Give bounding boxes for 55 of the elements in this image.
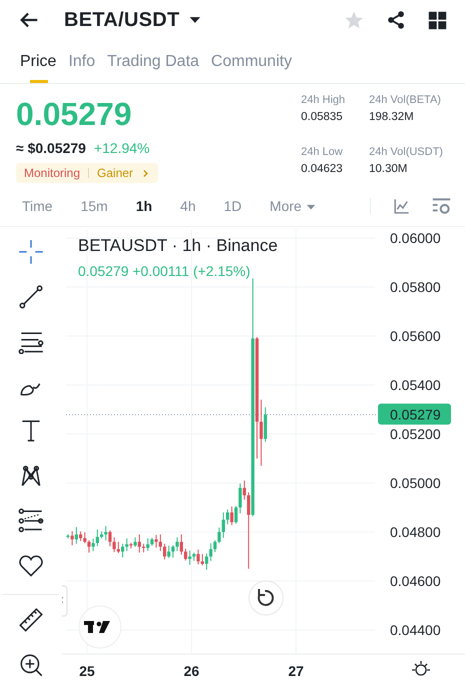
fibonacci-icon[interactable] xyxy=(17,508,45,534)
interval-tab[interactable]: Time xyxy=(22,196,53,216)
refresh-button[interactable] xyxy=(248,580,284,616)
price-axis-label: 0.05200 xyxy=(390,426,441,442)
interval-tab[interactable]: 15m xyxy=(80,196,108,216)
interval-tab[interactable]: 1D xyxy=(224,196,242,216)
stat-label: 24h Vol(BETA) xyxy=(369,93,442,108)
usd-price: ≈ $0.05279 xyxy=(16,139,86,158)
price-axis-label: 0.04400 xyxy=(390,622,441,638)
interval-tab[interactable]: 1h xyxy=(136,196,152,216)
stat-label: 24h High xyxy=(301,93,346,108)
tab[interactable]: Community xyxy=(211,38,292,84)
chart-title: BETAUSDT · 1h · Binance xyxy=(78,236,278,255)
heart-icon[interactable] xyxy=(17,552,45,578)
price-axis-label: 0.05000 xyxy=(390,475,441,491)
stat-value: 0.05835 xyxy=(301,110,344,124)
price-axis-label: 0.05800 xyxy=(390,279,441,295)
date-axis-label: 25 xyxy=(79,663,95,679)
title-text: BETA/USDT xyxy=(64,8,180,33)
price-axis-label: 0.05400 xyxy=(390,377,441,393)
chevron-icon xyxy=(141,168,150,178)
grid-icon[interactable] xyxy=(428,10,447,30)
price-axis-label: 0.04600 xyxy=(390,573,441,589)
interval-tab[interactable]: More xyxy=(270,196,316,216)
share-icon[interactable] xyxy=(386,10,406,30)
tab[interactable]: Trading Data xyxy=(107,38,200,84)
chart-line-icon[interactable] xyxy=(393,198,410,214)
collapse-handle[interactable] xyxy=(62,586,68,616)
tag-bar[interactable]: Monitoring Gainer xyxy=(16,163,158,183)
stat-value: 0.04623 xyxy=(301,162,344,176)
interval-tab[interactable]: 4h xyxy=(180,196,196,216)
date-axis-label: 27 xyxy=(288,663,304,679)
ohlc-text: 0.05279 +0.00111 (+2.15%) xyxy=(78,263,250,279)
trend-line-icon[interactable] xyxy=(17,284,45,310)
price-axis-label: 0.05600 xyxy=(390,328,441,344)
tab[interactable]: Info xyxy=(68,38,96,84)
tab[interactable]: Price xyxy=(20,38,56,84)
price-axis-label: 0.04800 xyxy=(390,524,441,540)
logo-button[interactable] xyxy=(78,606,122,648)
ruler-icon[interactable] xyxy=(17,607,45,634)
date-axis-label: 26 xyxy=(184,663,200,679)
last-price: 0.05279 xyxy=(16,98,133,130)
stat-value: 198.32M xyxy=(369,110,415,124)
crosshair-icon[interactable] xyxy=(17,239,45,265)
chart-settings-icon[interactable] xyxy=(432,196,451,216)
stat-value: 10.30M xyxy=(369,162,408,176)
brightness-icon[interactable] xyxy=(411,660,431,676)
stat-label: 24h Low xyxy=(301,145,344,160)
tag-label: Monitoring xyxy=(24,165,80,182)
change-percent: +12.94% xyxy=(94,139,150,158)
price-axis-label: 0.06000 xyxy=(390,230,441,246)
star-icon[interactable] xyxy=(344,10,364,30)
current-price-tag: 0.05279 xyxy=(378,404,451,425)
stat-label: 24h Vol(USDT) xyxy=(369,145,444,160)
tag-label: Gainer xyxy=(97,165,134,182)
